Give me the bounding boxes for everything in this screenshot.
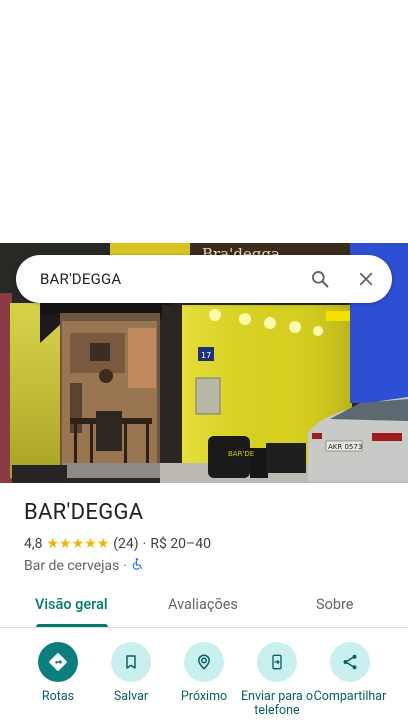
star-rating-icon: ★★★★★ [46,536,110,552]
directions-label: Rotas [41,689,75,704]
action-buttons: Rotas Salvar Próximo Enviar para o telef… [0,640,408,726]
place-category: Bar de cervejas [24,558,120,574]
nearby-label: Próximo [180,689,228,704]
tab-overview[interactable]: Visão geral [35,596,108,613]
license-plate: AKR 0573 [328,443,362,451]
map-blank-area [0,0,408,243]
tab-bar: Visão geral Avaliações Sobre [0,586,408,628]
cooler-text: BAR'DE [228,450,254,458]
share-icon [330,642,370,682]
send-to-phone-button[interactable]: Enviar para o telefone [237,642,317,718]
rating-value: 4,8 [24,536,43,552]
share-button[interactable]: Compartilhar [310,642,390,704]
price-range: R$ 20–40 [150,536,211,552]
tab-about[interactable]: Sobre [316,596,354,613]
rating-row[interactable]: 4,8 ★★★★★ (24) · R$ 20–40 [24,536,211,552]
separator-dot: · [142,536,147,552]
directions-icon [38,642,78,682]
separator-dot: · [123,558,127,574]
wheelchair-icon [131,557,144,575]
share-label: Compartilhar [313,689,387,704]
category-row: Bar de cervejas · [24,557,144,575]
nearby-icon [184,642,224,682]
search-query[interactable]: BAR'DEGGA [40,270,300,288]
nearby-button[interactable]: Próximo [164,642,244,704]
close-icon[interactable] [346,259,386,299]
send-to-phone-icon [257,642,297,682]
search-icon[interactable] [300,259,340,299]
place-title: BAR'DEGGA [24,500,144,525]
active-tab-indicator [36,624,108,627]
street-number: 17 [201,351,211,360]
save-button[interactable]: Salvar [91,642,171,704]
tab-reviews[interactable]: Avaliações [168,596,238,613]
bookmark-icon [111,642,151,682]
review-count[interactable]: (24) [113,536,138,552]
directions-button[interactable]: Rotas [18,642,98,704]
search-bar[interactable]: BAR'DEGGA [16,255,392,303]
save-label: Salvar [113,689,149,704]
send-to-phone-label: Enviar para o telefone [240,689,314,718]
